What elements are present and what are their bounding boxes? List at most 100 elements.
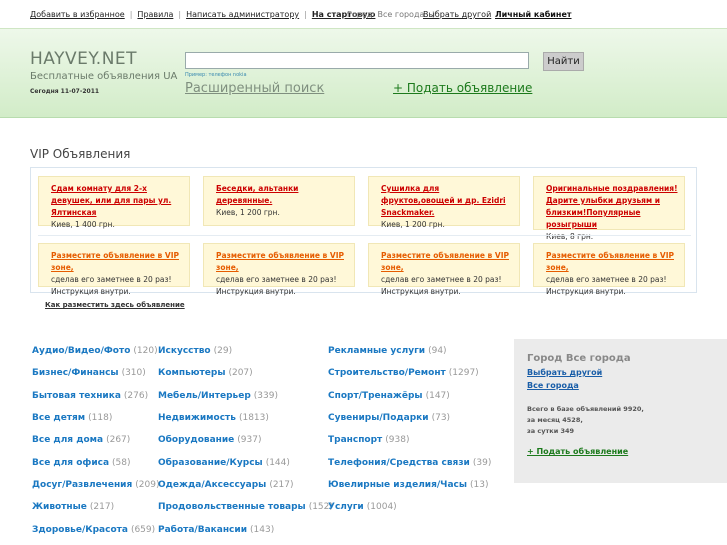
category-count: (120)	[133, 346, 158, 356]
category-count: (39)	[472, 458, 492, 468]
personal-cabinet-link[interactable]: Личный кабинет	[495, 10, 572, 19]
category-item[interactable]: Ювелирные изделия/Часы (13)	[328, 480, 488, 490]
category-item[interactable]: Услуги (1004)	[328, 502, 397, 512]
category-name[interactable]: Продовольственные товары	[158, 502, 306, 512]
category-item[interactable]: Одежда/Аксессуары (217)	[158, 480, 294, 490]
category-item[interactable]: Бизнес/Финансы (310)	[32, 368, 146, 378]
rules-link[interactable]: Правила	[137, 10, 173, 19]
category-item[interactable]: Животные (217)	[32, 502, 114, 512]
site-logo[interactable]: HAYVEY.NET	[30, 49, 137, 69]
vip-ad-card[interactable]: Сдам комнату для 2-х девушек, или для па…	[38, 176, 190, 229]
category-name[interactable]: Бизнес/Финансы	[32, 368, 119, 378]
vip-ad-title[interactable]: Беседки, альтанки деревянные.	[216, 183, 348, 207]
vip-ad-title[interactable]: Сушилка для фруктов,овощей и др. Ezidri …	[381, 183, 513, 219]
category-item[interactable]: Аудио/Видео/Фото (120)	[32, 346, 158, 356]
category-name[interactable]: Животные	[32, 502, 87, 512]
vip-promo-title[interactable]: Разместите объявление в VIP зоне,	[546, 250, 678, 274]
vip-promo-text: Инструкция внутри.	[51, 287, 131, 296]
city-sidebar: Город Все города Выбрать другой Все горо…	[514, 339, 727, 483]
vip-ad-title[interactable]: Сдам комнату для 2-х девушек, или для па…	[51, 183, 183, 219]
separator: |	[304, 10, 307, 19]
vip-promo-text: сделав его заметнее в 20 раз!	[216, 275, 337, 284]
category-name[interactable]: Спорт/Тренажёры	[328, 391, 423, 401]
category-item[interactable]: Работа/Вакансии (143)	[158, 525, 274, 535]
category-name[interactable]: Ювелирные изделия/Часы	[328, 480, 467, 490]
category-name[interactable]: Транспорт	[328, 435, 382, 445]
vip-promo-title[interactable]: Разместите объявление в VIP зоне,	[216, 250, 348, 274]
category-name[interactable]: Рекламные услуги	[328, 346, 425, 356]
category-name[interactable]: Услуги	[328, 502, 364, 512]
category-item[interactable]: Телефония/Средства связи (39)	[328, 458, 491, 468]
category-name[interactable]: Сувениры/Подарки	[328, 413, 429, 423]
category-count: (207)	[228, 368, 253, 378]
category-name[interactable]: Все для офиса	[32, 458, 109, 468]
category-count: (29)	[213, 346, 233, 356]
sidebar-add-ad-link[interactable]: + Подать объявление	[527, 447, 628, 456]
separator: |	[178, 10, 182, 19]
category-item[interactable]: Оборудование (937)	[158, 435, 261, 445]
category-name[interactable]: Мебель/Интерьер	[158, 391, 251, 401]
category-name[interactable]: Бытовая техника	[32, 391, 121, 401]
category-name[interactable]: Образование/Курсы	[158, 458, 263, 468]
all-cities-link[interactable]: Все города	[527, 381, 579, 390]
vip-ad-title[interactable]: Оригинальные поздравления! Дарите улыбки…	[546, 183, 678, 231]
category-item[interactable]: Недвижимость (1813)	[158, 413, 269, 423]
category-item[interactable]: Строительство/Ремонт (1297)	[328, 368, 479, 378]
category-name[interactable]: Компьютеры	[158, 368, 225, 378]
vip-promo-title[interactable]: Разместите объявление в VIP зоне,	[51, 250, 183, 274]
vip-ad-card[interactable]: Сушилка для фруктов,овощей и др. Ezidri …	[368, 176, 520, 229]
vip-promo-text: сделав его заметнее в 20 раз!	[546, 275, 667, 284]
add-to-favorites-link[interactable]: Добавить в избранное	[30, 10, 125, 19]
category-item[interactable]: Спорт/Тренажёры (147)	[328, 391, 450, 401]
category-item[interactable]: Здоровье/Красота (659)	[32, 525, 155, 535]
vip-promo-card[interactable]: Разместите объявление в VIP зоне, сделав…	[203, 243, 355, 296]
vip-ad-card[interactable]: Оригинальные поздравления! Дарите улыбки…	[533, 176, 685, 241]
search-button[interactable]: Найти	[543, 52, 584, 71]
category-count: (339)	[253, 391, 278, 401]
category-count: (147)	[425, 391, 450, 401]
category-item[interactable]: Все для дома (267)	[32, 435, 130, 445]
advanced-search-link[interactable]: Расширенный поиск	[185, 81, 324, 96]
category-name[interactable]: Аудио/Видео/Фото	[32, 346, 130, 356]
category-item[interactable]: Транспорт (938)	[328, 435, 409, 445]
category-count: (1297)	[448, 368, 479, 378]
search-input[interactable]	[185, 52, 529, 69]
category-name[interactable]: Оборудование	[158, 435, 234, 445]
category-item[interactable]: Рекламные услуги (94)	[328, 346, 447, 356]
vip-how-to-link[interactable]: Как разместить здесь объявление	[45, 301, 185, 309]
search-example: Пример: телефон nokia	[185, 72, 247, 78]
vip-ad-card[interactable]: Беседки, альтанки деревянные. Киев, 1 20…	[203, 176, 355, 226]
vip-promo-card[interactable]: Разместите объявление в VIP зоне, сделав…	[38, 243, 190, 296]
category-name[interactable]: Искусство	[158, 346, 211, 356]
add-ad-link[interactable]: + Подать объявление	[393, 81, 532, 95]
category-item[interactable]: Искусство (29)	[158, 346, 232, 356]
category-item[interactable]: Продовольственные товары (152)	[158, 502, 333, 512]
vip-promo-text: сделав его заметнее в 20 раз!	[381, 275, 502, 284]
category-item[interactable]: Все детям (118)	[32, 413, 112, 423]
vip-promo-card[interactable]: Разместите объявление в VIP зоне, сделав…	[533, 243, 685, 296]
category-name[interactable]: Одежда/Аксессуары	[158, 480, 266, 490]
category-item[interactable]: Сувениры/Подарки (73)	[328, 413, 450, 423]
category-item[interactable]: Мебель/Интерьер (339)	[158, 391, 278, 401]
choose-city-link[interactable]: Выбрать другой	[423, 10, 491, 19]
category-name[interactable]: Работа/Вакансии	[158, 525, 247, 535]
category-name[interactable]: Досуг/Развлечения	[32, 480, 132, 490]
category-name[interactable]: Все детям	[32, 413, 85, 423]
category-item[interactable]: Бытовая техника (276)	[32, 391, 148, 401]
choose-other-city-link[interactable]: Выбрать другой	[527, 368, 602, 377]
category-name[interactable]: Строительство/Ремонт	[328, 368, 446, 378]
category-name[interactable]: Здоровье/Красота	[32, 525, 128, 535]
write-admin-link[interactable]: Написать администратору	[186, 10, 299, 19]
vip-promo-card[interactable]: Разместите объявление в VIP зоне, сделав…	[368, 243, 520, 296]
vip-promo-title[interactable]: Разместите объявление в VIP зоне,	[381, 250, 513, 274]
category-count: (58)	[112, 458, 131, 468]
category-item[interactable]: Компьютеры (207)	[158, 368, 253, 378]
category-count: (217)	[269, 480, 294, 490]
category-name[interactable]: Недвижимость	[158, 413, 236, 423]
site-header: HAYVEY.NET Бесплатные объявления UA Сего…	[0, 28, 727, 118]
category-item[interactable]: Образование/Курсы (144)	[158, 458, 290, 468]
category-item[interactable]: Все для офиса (58)	[32, 458, 131, 468]
category-name[interactable]: Все для дома	[32, 435, 103, 445]
category-item[interactable]: Досуг/Развлечения (209)	[32, 480, 159, 490]
category-name[interactable]: Телефония/Средства связи	[328, 458, 470, 468]
